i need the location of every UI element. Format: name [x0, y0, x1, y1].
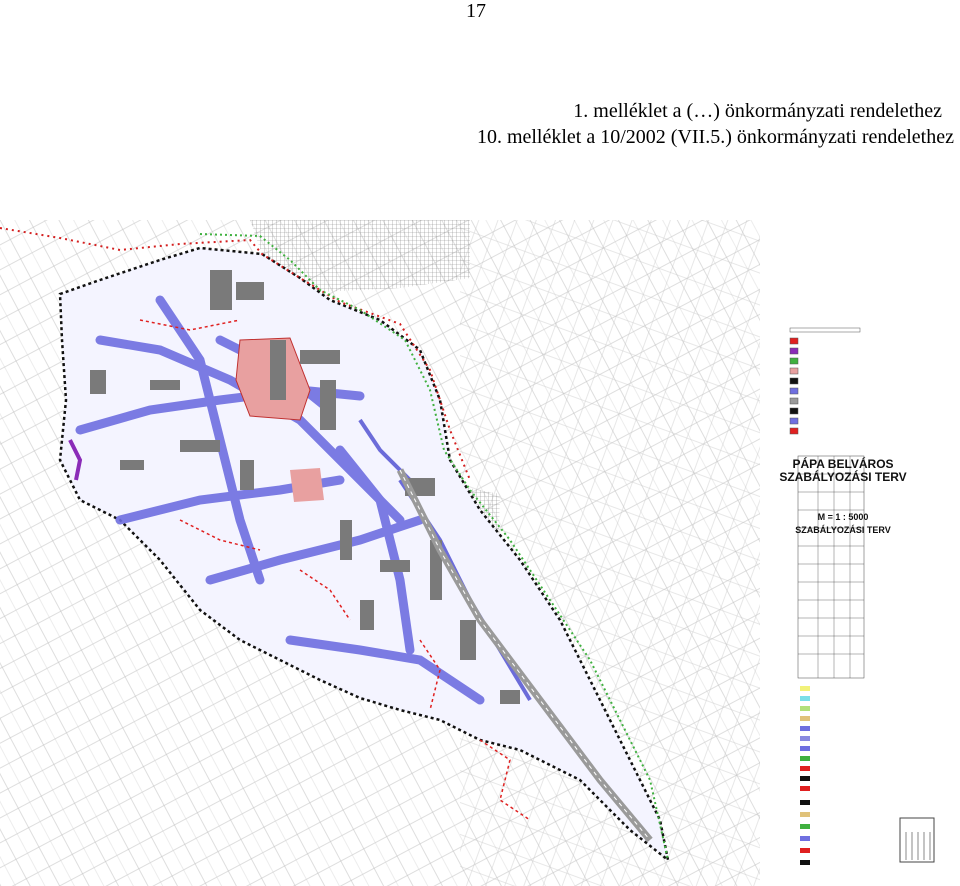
map-drawing — [0, 220, 960, 886]
regulation-plan-map: PÁPA BELVÁROS SZABÁLYOZÁSI TERV M = 1 : … — [0, 220, 960, 886]
map-subtitle: SZABÁLYOZÁSI TERV — [795, 525, 891, 535]
annex-reference-line-2: 10. melléklet a 10/2002 (VII.5.) önkormá… — [476, 126, 954, 148]
map-title-line-2: SZABÁLYOZÁSI TERV — [779, 470, 907, 484]
page-number: 17 — [466, 0, 486, 22]
map-scale: M = 1 : 5000 — [817, 512, 869, 522]
map-legend-header: PÁPA BELVÁROS SZABÁLYOZÁSI TERV M = 1 : … — [778, 458, 908, 536]
title-stamp — [899, 817, 935, 863]
annex-reference-line-1: 1. melléklet a (…) önkormányzati rendele… — [573, 100, 942, 122]
